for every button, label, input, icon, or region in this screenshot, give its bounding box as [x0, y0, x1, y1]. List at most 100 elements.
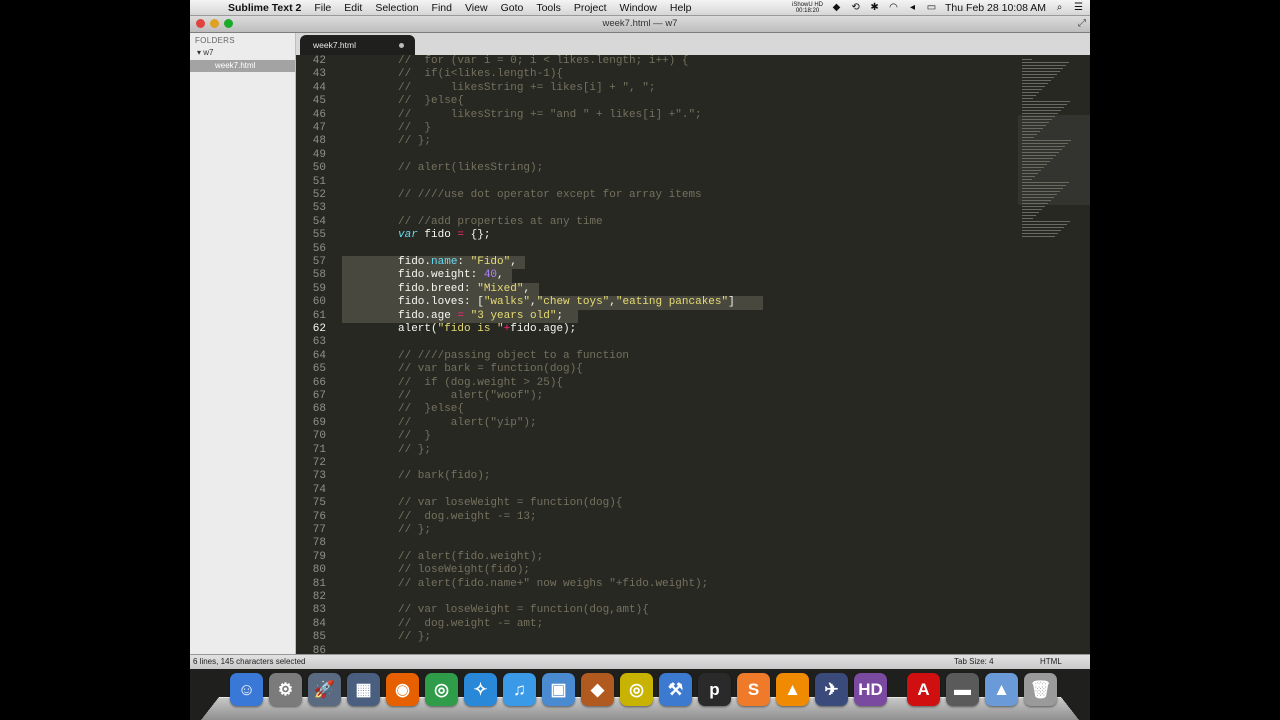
code-line[interactable]: 54 // //add properties at any time	[296, 216, 1018, 229]
safari-icon[interactable]: ✧	[464, 673, 497, 706]
photo-icon[interactable]: ▣	[542, 673, 575, 706]
volume-icon[interactable]: ◂	[907, 2, 918, 13]
tab-size-indicator[interactable]: Tab Size: 4	[954, 655, 994, 669]
fullscreen-icon[interactable]: ⤢	[1078, 16, 1086, 32]
code-line[interactable]: 73 // bark(fido);	[296, 470, 1018, 483]
menu-view[interactable]: View	[465, 2, 488, 14]
code-line[interactable]: 45 // }else{	[296, 95, 1018, 108]
code-line[interactable]: 42 // for (var i = 0; i < likes.length; i…	[296, 55, 1018, 68]
folder-icon[interactable]: ▬	[946, 673, 979, 706]
plane-icon[interactable]: ✈	[815, 673, 848, 706]
code-line[interactable]: 67 // alert("woof");	[296, 390, 1018, 403]
time-machine-icon[interactable]: ⟲	[850, 2, 861, 13]
xcode-icon[interactable]: ⚒	[659, 673, 692, 706]
code-line[interactable]: 72	[296, 457, 1018, 470]
pixelmator-icon[interactable]: p	[698, 673, 731, 706]
adobe-icon[interactable]: A	[907, 673, 940, 706]
menu-help[interactable]: Help	[670, 2, 692, 14]
code-line[interactable]: 75 // var loseWeight = function(dog){	[296, 497, 1018, 510]
menu-edit[interactable]: Edit	[344, 2, 362, 14]
bluetooth-icon[interactable]: ✱	[869, 2, 880, 13]
mission-control-icon[interactable]: ▦	[347, 673, 380, 706]
hd-icon[interactable]: HD	[854, 673, 887, 706]
code-line[interactable]: 62 alert("fido is "+fido.age);	[296, 323, 1018, 336]
code-line[interactable]: 76 // dog.weight -= 13;	[296, 511, 1018, 524]
code-line[interactable]: 59 fido.breed: "Mixed",	[296, 282, 1018, 297]
menubar-clock[interactable]: Thu Feb 28 10:08 AM	[945, 2, 1046, 14]
code-line[interactable]: 74	[296, 484, 1018, 497]
wifi-icon[interactable]: ◠	[888, 2, 899, 13]
menu-goto[interactable]: Goto	[501, 2, 524, 14]
code-line[interactable]: 50 // alert(likesString);	[296, 162, 1018, 175]
code-line[interactable]: 55 var fido = {};	[296, 229, 1018, 242]
code-line[interactable]: 78	[296, 537, 1018, 550]
code-line[interactable]: 53	[296, 202, 1018, 215]
trash-icon[interactable]: 🗑	[1024, 673, 1057, 706]
code-line[interactable]: 52 // ////use dot operator except for arr…	[296, 189, 1018, 202]
menu-find[interactable]: Find	[432, 2, 452, 14]
minimap[interactable]	[1018, 55, 1090, 654]
code-line[interactable]: 60 fido.loves: ["walks","chew toys","eati…	[296, 296, 1018, 310]
menu-app-name[interactable]: Sublime Text 2	[228, 2, 301, 14]
launchpad-icon[interactable]: 🚀	[308, 673, 341, 706]
code-line[interactable]: 56	[296, 243, 1018, 256]
code-text: // }else{	[398, 95, 465, 108]
code-line[interactable]: 80 // loseWeight(fido);	[296, 564, 1018, 577]
code-editor[interactable]: 42 // for (var i = 0; i < likes.length; i…	[296, 55, 1018, 654]
code-line[interactable]: 84 // dog.weight -= amt;	[296, 618, 1018, 631]
ishowu-status[interactable]: iShowU HD 00:18:20	[792, 2, 823, 14]
minimize-window-button[interactable]	[210, 19, 219, 28]
sidebar-folder-w7[interactable]: ▾ w7	[190, 45, 295, 57]
menu-window[interactable]: Window	[620, 2, 657, 14]
applications-icon[interactable]: ▲	[985, 673, 1018, 706]
code-line[interactable]: 66 // if (dog.weight > 25){	[296, 377, 1018, 390]
code-line[interactable]: 70 // }	[296, 430, 1018, 443]
target-icon[interactable]: ◎	[620, 673, 653, 706]
code-line[interactable]: 83 // var loseWeight = function(dog,amt){	[296, 604, 1018, 617]
notification-center-icon[interactable]: ☰	[1073, 2, 1084, 13]
transmit-icon[interactable]: ◆	[581, 673, 614, 706]
code-line[interactable]: 71 // };	[296, 444, 1018, 457]
vlc-icon[interactable]: ▲	[776, 673, 809, 706]
menu-tools[interactable]: Tools	[536, 2, 561, 14]
syntax-indicator[interactable]: HTML	[1040, 655, 1062, 669]
code-line[interactable]: 44 // likesString += likes[i] + ", ";	[296, 82, 1018, 95]
code-line[interactable]: 82	[296, 591, 1018, 604]
menu-selection[interactable]: Selection	[375, 2, 418, 14]
sublime-text-icon[interactable]: S	[737, 673, 770, 706]
code-line[interactable]: 64 // ////passing object to a function	[296, 350, 1018, 363]
code-line[interactable]: 69 // alert("yip");	[296, 417, 1018, 430]
unsaved-dot-icon[interactable]	[399, 43, 404, 48]
code-line[interactable]: 58 fido.weight: 40,	[296, 269, 1018, 283]
code-line[interactable]: 48 // };	[296, 135, 1018, 148]
tab-week7-html[interactable]: week7.html	[300, 35, 415, 55]
sidebar-file-week7[interactable]: week7.html	[190, 60, 295, 72]
code-line[interactable]: 79 // alert(fido.weight);	[296, 551, 1018, 564]
code-line[interactable]: 65 // var bark = function(dog){	[296, 363, 1018, 376]
code-line[interactable]: 81 // alert(fido.name+" now weighs "+fido…	[296, 578, 1018, 591]
code-line[interactable]: 47 // }	[296, 122, 1018, 135]
code-line[interactable]: 43 // if(i<likes.length-1){	[296, 68, 1018, 81]
zoom-window-button[interactable]	[224, 19, 233, 28]
spotlight-search-icon[interactable]: ⌕	[1054, 2, 1065, 13]
code-line[interactable]: 68 // }else{	[296, 403, 1018, 416]
code-line[interactable]: 85 // };	[296, 631, 1018, 644]
finder-icon[interactable]: ☺	[230, 673, 263, 706]
code-line[interactable]: 61 fido.age = "3 years old";	[296, 309, 1018, 323]
code-line[interactable]: 63	[296, 336, 1018, 349]
itunes-icon[interactable]: ♫	[503, 673, 536, 706]
menu-file[interactable]: File	[314, 2, 331, 14]
battery-icon[interactable]: ▭	[926, 2, 937, 13]
chrome-icon[interactable]: ◎	[425, 673, 458, 706]
code-line[interactable]: 49	[296, 149, 1018, 162]
code-line[interactable]: 51	[296, 176, 1018, 189]
menu-project[interactable]: Project	[574, 2, 607, 14]
code-line[interactable]: 46 // likesString += "and " + likes[i] +"…	[296, 109, 1018, 122]
code-line[interactable]: 77 // };	[296, 524, 1018, 537]
code-line[interactable]: 86	[296, 645, 1018, 654]
firefox-icon[interactable]: ◉	[386, 673, 419, 706]
system-preferences-icon[interactable]: ⚙	[269, 673, 302, 706]
code-line[interactable]: 57 fido.name: "Fido",	[296, 256, 1018, 270]
close-window-button[interactable]	[196, 19, 205, 28]
dropbox-icon[interactable]: ◆	[831, 2, 842, 13]
